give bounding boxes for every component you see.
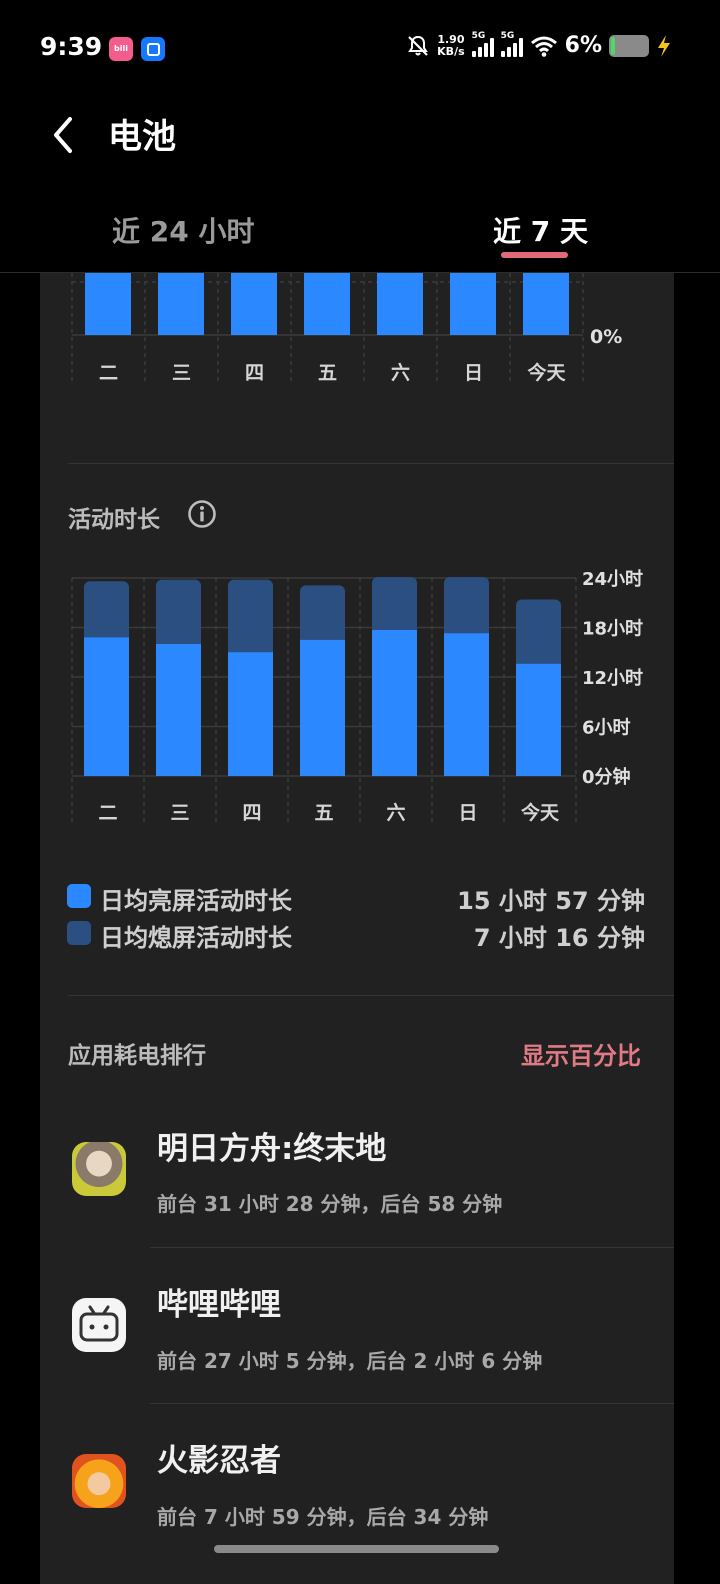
legend-value-screen-on: 15 小时 57 分钟 (457, 887, 645, 915)
activity-bar-screen-on[interactable] (300, 639, 345, 776)
battery-bar[interactable] (377, 273, 423, 335)
status-time: 9:39 (40, 32, 103, 61)
legend-swatch-screen-off (67, 921, 91, 945)
activity-bar-screen-off[interactable] (372, 577, 417, 636)
activity-y-tick-label: 24小时 (582, 569, 643, 590)
activity-x-tick-label: 二 (98, 802, 117, 824)
activity-bar-screen-off[interactable] (228, 579, 273, 659)
activity-bar-screen-off[interactable] (516, 599, 561, 670)
activity-x-tick-label: 五 (314, 802, 333, 824)
app-row-arknights-endfield[interactable]: 明日方舟:终末地 前台 31 小时 28 分钟，后台 58 分钟 (40, 1092, 674, 1248)
page-title: 电池 (108, 117, 176, 157)
bilibili-app-icon: bili (109, 37, 133, 61)
legend-label-screen-off: 日均熄屏活动时长 (100, 924, 292, 952)
app-row-bilibili[interactable]: 哔哩哔哩 前台 27 小时 5 分钟，后台 2 小时 6 分钟 (40, 1248, 674, 1404)
status-bar: 9:39 bili 1.90 KB/s 5G 5G 6% (0, 0, 720, 96)
status-indicators: 1.90 KB/s 5G 5G 6% (406, 31, 672, 58)
activity-y-tick-label: 18小时 (582, 619, 643, 640)
activity-bar-screen-off[interactable] (300, 585, 345, 646)
battery-level-chart: 二 三 四 五 六 日 今天 0% (71, 273, 622, 384)
battery-day-label: 三 (172, 362, 191, 384)
signal-icon: 5G (471, 31, 494, 57)
battery-bar[interactable] (523, 273, 569, 335)
battery-day-label: 四 (245, 362, 264, 384)
activity-y-tick-label: 6小时 (582, 718, 631, 739)
activity-bar-screen-off[interactable] (84, 581, 129, 644)
info-icon[interactable] (187, 499, 217, 529)
legend-label-screen-on: 日均亮屏活动时长 (100, 887, 292, 915)
activity-bar-screen-on[interactable] (84, 637, 129, 776)
battery-bar[interactable] (450, 273, 496, 335)
app-row-naruto[interactable]: 火影忍者 前台 7 小时 59 分钟，后台 34 分钟 (40, 1404, 674, 1560)
battery-bar[interactable] (85, 273, 131, 335)
charging-icon (658, 34, 670, 57)
battery-icon (609, 34, 649, 57)
activity-x-tick-label: 四 (242, 802, 261, 824)
battery-bar[interactable] (231, 273, 277, 335)
activity-bar-screen-on[interactable] (372, 629, 417, 776)
network-speed: 1.90 KB/s (437, 32, 465, 58)
signal-icon: 5G (500, 31, 523, 57)
legend-swatch-screen-on (67, 884, 91, 908)
activity-y-tick-label: 12小时 (582, 668, 643, 689)
app-name: 哔哩哔哩 (157, 1287, 281, 1323)
activity-bar-screen-on[interactable] (444, 633, 489, 776)
arknights-endfield-icon (72, 1142, 126, 1196)
battery-percent: 6% (564, 33, 602, 58)
activity-x-tick-label: 日 (458, 802, 477, 824)
activity-bar-screen-off[interactable] (444, 577, 489, 640)
section-divider (68, 995, 674, 996)
battery-day-label: 六 (391, 361, 410, 384)
battery-bar[interactable] (304, 273, 350, 335)
app-usage: 前台 31 小时 28 分钟，后台 58 分钟 (157, 1192, 503, 1216)
activity-bar-screen-on[interactable] (156, 644, 201, 776)
activity-x-tick-label: 六 (386, 801, 405, 824)
battery-day-label: 二 (99, 362, 118, 384)
blue-app-icon (141, 37, 165, 61)
app-name: 火影忍者 (157, 1443, 281, 1479)
activity-x-tick-label: 三 (170, 802, 189, 824)
bilibili-icon (72, 1298, 126, 1352)
show-percentage-button[interactable]: 显示百分比 (521, 1036, 641, 1071)
activity-duration-chart: 0分钟 6小时 12小时 18小时 24小时 二 三 四 五 六 日 今天 (71, 569, 643, 826)
activity-bar-screen-off[interactable] (156, 579, 201, 650)
tab-24-hours[interactable]: 近 24 小时 (112, 210, 254, 250)
section-divider (68, 463, 674, 464)
activity-y-tick-label: 0分钟 (582, 766, 631, 788)
app-name: 明日方舟:终末地 (157, 1131, 387, 1167)
legend-value-screen-off: 7 小时 16 分钟 (473, 924, 645, 952)
home-indicator[interactable] (214, 1545, 499, 1553)
battery-day-label: 五 (318, 362, 337, 384)
activity-bar-screen-on[interactable] (228, 652, 273, 776)
activity-title: 活动时长 (68, 507, 160, 533)
naruto-icon (72, 1454, 126, 1508)
ranking-title: 应用耗电排行 (68, 1043, 206, 1069)
activity-x-tick-label: 今天 (520, 801, 560, 824)
mute-icon (408, 35, 429, 56)
battery-day-label: 今天 (526, 361, 566, 384)
wifi-icon (530, 36, 557, 57)
tab-7-days[interactable]: 近 7 天 (493, 210, 588, 250)
battery-axis-label-0: 0% (590, 326, 622, 348)
battery-bar[interactable] (158, 273, 204, 335)
tab-indicator (501, 252, 568, 258)
battery-day-label: 日 (464, 362, 483, 384)
app-usage: 前台 27 小时 5 分钟，后台 2 小时 6 分钟 (157, 1349, 543, 1373)
back-arrow-icon[interactable] (48, 115, 78, 155)
activity-bar-screen-on[interactable] (516, 663, 561, 776)
app-usage: 前台 7 小时 59 分钟，后台 34 分钟 (157, 1505, 489, 1529)
